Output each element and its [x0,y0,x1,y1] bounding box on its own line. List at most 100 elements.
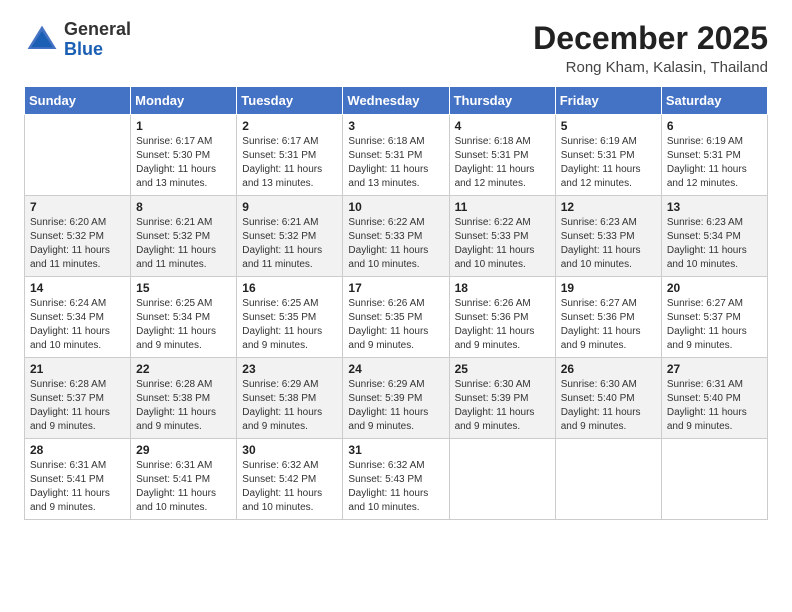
calendar-cell [449,439,555,520]
calendar-cell: 10 Sunrise: 6:22 AM Sunset: 5:33 PM Dayli… [343,196,449,277]
calendar-cell: 8Sunrise: 6:21 AM Sunset: 5:32 PM Daylig… [131,196,237,277]
calendar-cell: 20 Sunrise: 6:27 AM Sunset: 5:37 PM Dayli… [661,277,767,358]
day-info: Sunrise: 6:32 AM Sunset: 5:43 PM Dayligh… [348,459,443,515]
calendar-cell: 16 Sunrise: 6:25 AM Sunset: 5:35 PM Dayli… [237,277,343,358]
day-number: 23 [242,362,337,376]
day-info: Sunrise: 6:29 AM Sunset: 5:38 PM Dayligh… [242,378,337,434]
calendar-cell: 25 Sunrise: 6:30 AM Sunset: 5:39 PM Dayli… [449,358,555,439]
day-number: 18 [455,281,550,295]
calendar-cell: 29 Sunrise: 6:31 AM Sunset: 5:41 PM Dayli… [131,439,237,520]
calendar-week-row: 21 Sunrise: 6:28 AM Sunset: 5:37 PM Dayli… [25,358,768,439]
day-info: Sunrise: 6:26 AM Sunset: 5:36 PM Dayligh… [455,297,550,353]
calendar-cell: 18 Sunrise: 6:26 AM Sunset: 5:36 PM Dayli… [449,277,555,358]
day-info: Sunrise: 6:28 AM Sunset: 5:37 PM Dayligh… [30,378,125,434]
day-info: Sunrise: 6:22 AM Sunset: 5:33 PM Dayligh… [455,216,550,272]
calendar-cell: 4Sunrise: 6:18 AM Sunset: 5:31 PM Daylig… [449,115,555,196]
title-section: December 2025 Rong Kham, Kalasin, Thaila… [533,20,768,76]
calendar-week-row: 14 Sunrise: 6:24 AM Sunset: 5:34 PM Dayli… [25,277,768,358]
day-number: 26 [561,362,656,376]
weekday-header-friday: Friday [555,87,661,115]
day-info: Sunrise: 6:17 AM Sunset: 5:31 PM Dayligh… [242,135,337,191]
day-info: Sunrise: 6:22 AM Sunset: 5:33 PM Dayligh… [348,216,443,272]
day-number: 24 [348,362,443,376]
day-info: Sunrise: 6:32 AM Sunset: 5:42 PM Dayligh… [242,459,337,515]
day-info: Sunrise: 6:18 AM Sunset: 5:31 PM Dayligh… [348,135,443,191]
calendar-cell: 23 Sunrise: 6:29 AM Sunset: 5:38 PM Dayli… [237,358,343,439]
day-number: 7 [30,200,125,214]
calendar-cell: 22 Sunrise: 6:28 AM Sunset: 5:38 PM Dayli… [131,358,237,439]
calendar-cell: 30 Sunrise: 6:32 AM Sunset: 5:42 PM Dayli… [237,439,343,520]
day-number: 13 [667,200,762,214]
day-info: Sunrise: 6:25 AM Sunset: 5:35 PM Dayligh… [242,297,337,353]
day-number: 20 [667,281,762,295]
calendar-header-row: SundayMondayTuesdayWednesdayThursdayFrid… [25,87,768,115]
day-info: Sunrise: 6:21 AM Sunset: 5:32 PM Dayligh… [242,216,337,272]
day-number: 17 [348,281,443,295]
calendar-cell: 15 Sunrise: 6:25 AM Sunset: 5:34 PM Dayli… [131,277,237,358]
calendar-week-row: 1Sunrise: 6:17 AM Sunset: 5:30 PM Daylig… [25,115,768,196]
day-info: Sunrise: 6:27 AM Sunset: 5:37 PM Dayligh… [667,297,762,353]
weekday-header-saturday: Saturday [661,87,767,115]
day-info: Sunrise: 6:31 AM Sunset: 5:40 PM Dayligh… [667,378,762,434]
calendar-cell: 9 Sunrise: 6:21 AM Sunset: 5:32 PM Daylig… [237,196,343,277]
month-title: December 2025 [533,20,768,57]
calendar-week-row: 7 Sunrise: 6:20 AM Sunset: 5:32 PM Daylig… [25,196,768,277]
day-info: Sunrise: 6:25 AM Sunset: 5:34 PM Dayligh… [136,297,231,353]
day-number: 27 [667,362,762,376]
calendar-cell: 24 Sunrise: 6:29 AM Sunset: 5:39 PM Dayli… [343,358,449,439]
calendar-cell [555,439,661,520]
day-number: 22 [136,362,231,376]
day-info: Sunrise: 6:30 AM Sunset: 5:40 PM Dayligh… [561,378,656,434]
day-info: Sunrise: 6:28 AM Sunset: 5:38 PM Dayligh… [136,378,231,434]
weekday-header-thursday: Thursday [449,87,555,115]
weekday-header-monday: Monday [131,87,237,115]
day-info: Sunrise: 6:18 AM Sunset: 5:31 PM Dayligh… [455,135,550,191]
logo-icon [24,22,60,58]
calendar-week-row: 28Sunrise: 6:31 AM Sunset: 5:41 PM Dayli… [25,439,768,520]
calendar-cell: 31 Sunrise: 6:32 AM Sunset: 5:43 PM Dayli… [343,439,449,520]
day-number: 1 [136,119,231,133]
day-number: 9 [242,200,337,214]
calendar-cell: 28Sunrise: 6:31 AM Sunset: 5:41 PM Dayli… [25,439,131,520]
day-number: 21 [30,362,125,376]
weekday-header-tuesday: Tuesday [237,87,343,115]
day-number: 16 [242,281,337,295]
weekday-header-sunday: Sunday [25,87,131,115]
logo-text: General Blue [64,20,131,60]
day-number: 25 [455,362,550,376]
day-info: Sunrise: 6:20 AM Sunset: 5:32 PM Dayligh… [30,216,125,272]
day-info: Sunrise: 6:29 AM Sunset: 5:39 PM Dayligh… [348,378,443,434]
calendar-cell: 14 Sunrise: 6:24 AM Sunset: 5:34 PM Dayli… [25,277,131,358]
day-number: 11 [455,200,550,214]
day-number: 14 [30,281,125,295]
day-info: Sunrise: 6:30 AM Sunset: 5:39 PM Dayligh… [455,378,550,434]
calendar-cell: 19Sunrise: 6:27 AM Sunset: 5:36 PM Dayli… [555,277,661,358]
day-number: 30 [242,443,337,457]
day-info: Sunrise: 6:27 AM Sunset: 5:36 PM Dayligh… [561,297,656,353]
calendar-cell [661,439,767,520]
day-number: 15 [136,281,231,295]
day-info: Sunrise: 6:31 AM Sunset: 5:41 PM Dayligh… [30,459,125,515]
calendar-cell: 6Sunrise: 6:19 AM Sunset: 5:31 PM Daylig… [661,115,767,196]
day-number: 5 [561,119,656,133]
calendar-cell: 7 Sunrise: 6:20 AM Sunset: 5:32 PM Daylig… [25,196,131,277]
day-number: 31 [348,443,443,457]
day-number: 12 [561,200,656,214]
calendar-cell: 21 Sunrise: 6:28 AM Sunset: 5:37 PM Dayli… [25,358,131,439]
calendar-cell: 13Sunrise: 6:23 AM Sunset: 5:34 PM Dayli… [661,196,767,277]
day-info: Sunrise: 6:24 AM Sunset: 5:34 PM Dayligh… [30,297,125,353]
day-info: Sunrise: 6:21 AM Sunset: 5:32 PM Dayligh… [136,216,231,272]
calendar-cell: 2Sunrise: 6:17 AM Sunset: 5:31 PM Daylig… [237,115,343,196]
calendar-table: SundayMondayTuesdayWednesdayThursdayFrid… [24,86,768,520]
calendar-cell: 5 Sunrise: 6:19 AM Sunset: 5:31 PM Daylig… [555,115,661,196]
day-info: Sunrise: 6:31 AM Sunset: 5:41 PM Dayligh… [136,459,231,515]
calendar-cell: 17Sunrise: 6:26 AM Sunset: 5:35 PM Dayli… [343,277,449,358]
calendar-cell: 1Sunrise: 6:17 AM Sunset: 5:30 PM Daylig… [131,115,237,196]
page-header: General Blue December 2025 Rong Kham, Ka… [24,20,768,76]
weekday-header-wednesday: Wednesday [343,87,449,115]
day-number: 10 [348,200,443,214]
day-number: 29 [136,443,231,457]
day-info: Sunrise: 6:19 AM Sunset: 5:31 PM Dayligh… [561,135,656,191]
day-number: 3 [348,119,443,133]
day-info: Sunrise: 6:19 AM Sunset: 5:31 PM Dayligh… [667,135,762,191]
